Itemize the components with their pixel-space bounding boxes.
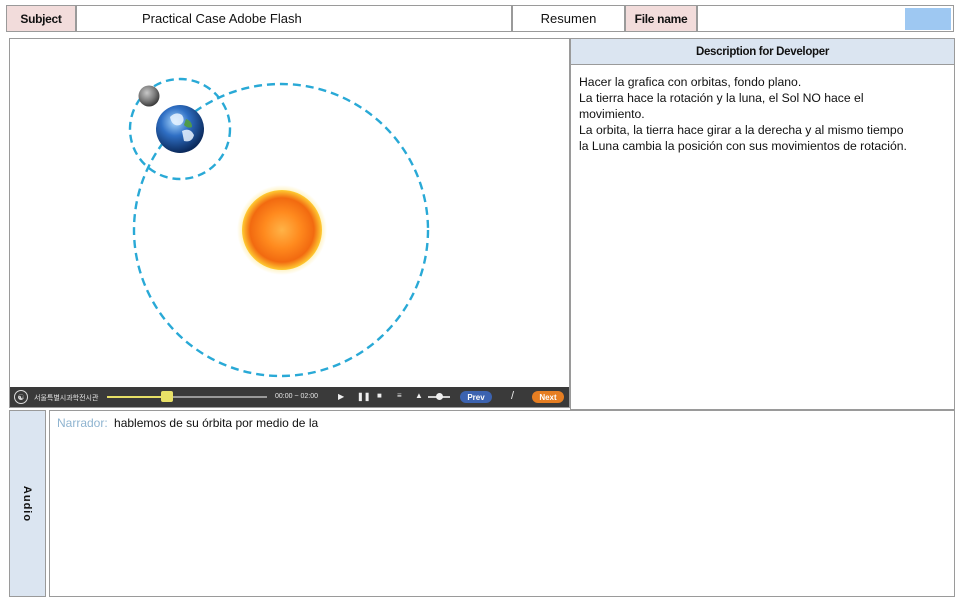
progress-handle[interactable] xyxy=(161,391,173,402)
subject-value: Practical Case Adobe Flash xyxy=(76,5,512,32)
time-display: 00:00 ~ 02:00 xyxy=(275,393,319,400)
description-line: la Luna cambia la posición con sus movim… xyxy=(579,139,907,153)
next-button[interactable]: Next xyxy=(532,391,564,403)
sun xyxy=(242,190,322,270)
player-bar: ☯ 서울특별시과학전시관 00:00 ~ 02:00 ▶ ❚❚ ■ ≡ ▲ Pr… xyxy=(10,387,569,407)
description-line: La orbita, la tierra hace girar a la der… xyxy=(579,123,904,137)
logo-text: 서울특별시과학전시관 xyxy=(34,395,99,402)
stop-icon[interactable]: ■ xyxy=(377,391,382,400)
volume-icon[interactable]: ▲ xyxy=(415,391,423,400)
description-title: Description for Developer xyxy=(571,39,954,65)
audio-script-box: Narrador: hablemos de su órbita por medi… xyxy=(49,410,955,597)
progress-fill xyxy=(107,396,162,398)
audio-label: Audio xyxy=(21,485,34,522)
animation-stage: ☯ 서울특별시과학전시관 00:00 ~ 02:00 ▶ ❚❚ ■ ≡ ▲ Pr… xyxy=(9,38,570,408)
nav-separator: / xyxy=(511,390,515,402)
description-body: Hacer la grafica con orbitas, fondo plan… xyxy=(571,65,954,154)
orbit-diagram xyxy=(128,77,430,378)
description-line: Hacer la grafica con orbitas, fondo plan… xyxy=(579,75,802,89)
audio-sidebar: Audio xyxy=(9,410,46,597)
volume-handle[interactable] xyxy=(436,393,443,400)
filename-label: File name xyxy=(625,5,697,32)
moon xyxy=(138,85,160,107)
subject-label: Subject xyxy=(6,5,76,32)
resumen-button[interactable]: Resumen xyxy=(512,5,625,32)
description-line: movimiento. xyxy=(579,107,645,121)
filename-indicator xyxy=(905,8,951,30)
filename-field xyxy=(697,5,954,32)
progress-track[interactable] xyxy=(107,396,267,398)
prev-button[interactable]: Prev xyxy=(460,391,492,403)
earth xyxy=(156,105,204,153)
logo-icon: ☯ xyxy=(14,390,28,404)
description-panel: Description for Developer Hacer la grafi… xyxy=(570,38,955,410)
narration-text: hablemos de su órbita por medio de la xyxy=(114,416,319,430)
play-icon[interactable]: ▶ xyxy=(338,392,344,401)
speaker-label: Narrador: xyxy=(57,416,108,430)
menu-icon[interactable]: ≡ xyxy=(397,391,402,400)
pause-icon[interactable]: ❚❚ xyxy=(357,392,370,401)
description-line: La tierra hace la rotación y la luna, el… xyxy=(579,91,864,105)
